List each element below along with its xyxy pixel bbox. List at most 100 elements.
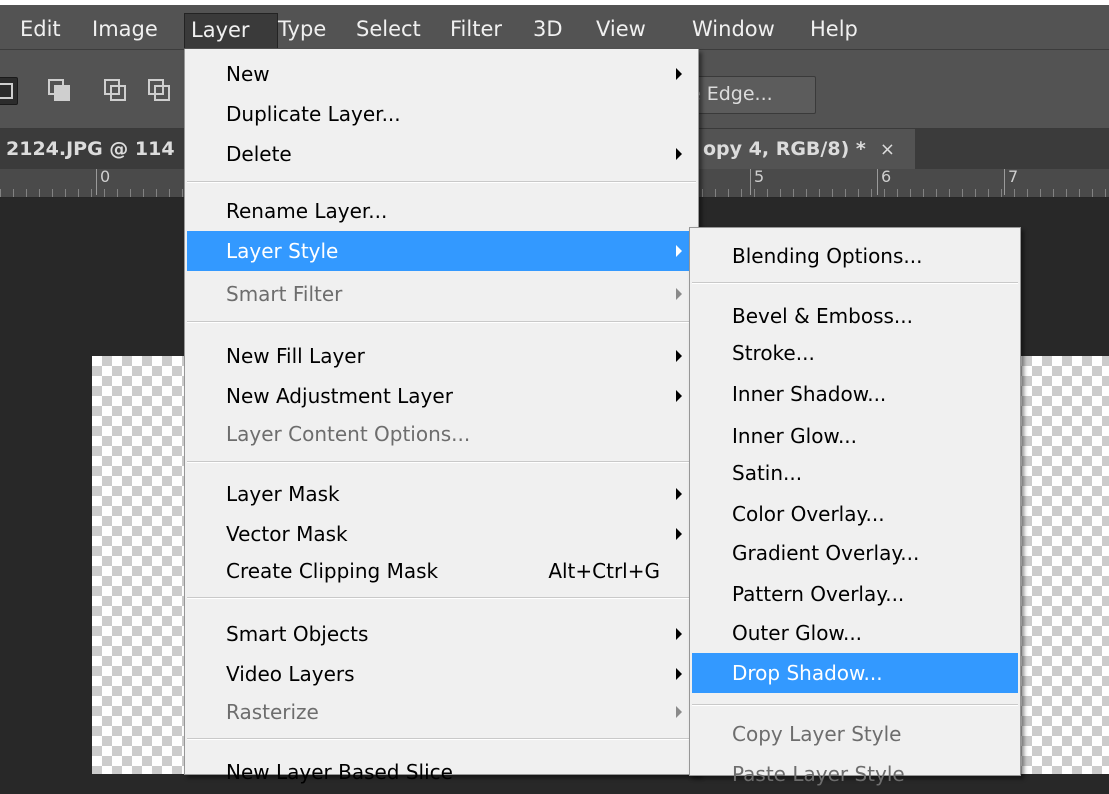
menu-window[interactable]: Window [686,13,781,47]
menu-item-label: Video Layers [226,662,355,686]
ruler-label: 7 [1004,169,1018,195]
menu-help[interactable]: Help [804,13,864,47]
menu-item-inner-glow[interactable]: Inner Glow... [692,416,1018,456]
menu-separator [187,321,696,323]
menu-item-label: Paste Layer Style [732,762,905,786]
submenu-arrow-icon [676,528,682,540]
menu-item-label: Stroke... [732,341,815,365]
menu-item-label: Satin... [732,461,803,485]
menu-item-new-layer-based-slice[interactable]: New Layer Based Slice [187,752,696,792]
close-icon[interactable]: × [880,139,895,160]
submenu-arrow-icon [676,628,682,640]
submenu-arrow-icon [676,706,682,718]
menu-item-label: Vector Mask [226,522,348,546]
menu-item-label: New Adjustment Layer [226,384,453,408]
menu-item-label: New [226,62,270,86]
menu-item-layer-mask[interactable]: Layer Mask [187,474,696,514]
menu-item-drop-shadow[interactable]: Drop Shadow... [692,653,1018,693]
menu-item-duplicate-layer[interactable]: Duplicate Layer... [187,94,696,134]
menu-separator [692,704,1018,706]
menu-item-label: New Fill Layer [226,344,365,368]
ruler-label: 5 [750,169,764,195]
submenu-arrow-icon [676,488,682,500]
tab-document-2[interactable]: opy 4, RGB/8) * × [697,129,915,169]
menu-item-layer-content-options[interactable]: Layer Content Options... [187,414,696,454]
menu-item-bevel-emboss[interactable]: Bevel & Emboss... [692,296,1018,336]
ruler-label: 6 [877,169,891,195]
intersect-selection-icon[interactable] [146,77,172,103]
menu-item-copy-layer-style[interactable]: Copy Layer Style [692,714,1018,754]
menu-item-rasterize[interactable]: Rasterize [187,692,696,732]
menu-item-pattern-overlay[interactable]: Pattern Overlay... [692,574,1018,614]
menu-item-satin[interactable]: Satin... [692,453,1018,493]
menu-item-gradient-overlay[interactable]: Gradient Overlay... [692,533,1018,573]
submenu-arrow-icon [676,390,682,402]
submenu-arrow-icon [676,148,682,160]
menu-item-inner-shadow[interactable]: Inner Shadow... [692,374,1018,414]
menu-item-new-fill-layer[interactable]: New Fill Layer [187,336,696,376]
menu-layer[interactable]: Layer [184,13,278,48]
menu-filter[interactable]: Filter [444,13,508,47]
add-to-selection-icon[interactable] [46,77,72,103]
refine-edge-button[interactable]: e Edge... [686,76,816,114]
menu-item-label: Inner Shadow... [732,382,887,406]
shortcut-label: Alt+Ctrl+G [548,559,660,583]
menu-separator [187,597,696,599]
menu-item-label: Layer Mask [226,482,340,506]
menu-item-label: Outer Glow... [732,621,863,645]
submenu-arrow-icon [676,245,682,257]
layer-style-submenu: Blending Options... Bevel & Emboss... St… [689,227,1021,786]
menu-item-label: Rasterize [226,700,319,724]
menu-item-smart-objects[interactable]: Smart Objects [187,614,696,654]
menu-item-label: Layer Style [226,239,339,263]
menu-edit[interactable]: Edit [14,13,67,47]
menu-separator [692,282,1018,284]
menu-item-video-layers[interactable]: Video Layers [187,654,696,694]
menu-item-paste-layer-style[interactable]: Paste Layer Style [692,754,1018,794]
menu-item-blending-options[interactable]: Blending Options... [692,236,1018,276]
menu-item-delete[interactable]: Delete [187,134,696,174]
menu-item-label: Bevel & Emboss... [732,304,913,328]
ruler-label: 0 [96,169,110,195]
menu-item-label: Smart Filter [226,282,343,306]
menu-item-label: Inner Glow... [732,424,858,448]
menu-item-label: Color Overlay... [732,502,885,526]
submenu-arrow-icon [676,68,682,80]
menu-item-label: Delete [226,142,292,166]
menu-item-rename-layer[interactable]: Rename Layer... [187,191,696,231]
submenu-arrow-icon [676,668,682,680]
menu-item-new-adjustment-layer[interactable]: New Adjustment Layer [187,376,696,416]
menu-item-stroke[interactable]: Stroke... [692,333,1018,373]
menu-item-label: Rename Layer... [226,199,388,223]
menu-item-label: New Layer Based Slice [226,760,453,784]
menu-image[interactable]: Image [86,13,164,47]
submenu-arrow-icon [676,350,682,362]
menu-item-label: Layer Content Options... [226,422,471,446]
new-selection-icon[interactable] [0,77,18,105]
menu-item-new[interactable]: New [187,54,696,94]
menu-item-label: Blending Options... [732,244,923,268]
menu-item-smart-filter[interactable]: Smart Filter [187,274,696,314]
menu-item-label: Pattern Overlay... [732,582,905,606]
layer-menu: New Duplicate Layer... Delete Rename Lay… [184,49,699,784]
menu-view[interactable]: View [590,13,652,47]
menu-item-label: Copy Layer Style [732,722,902,746]
subtract-from-selection-icon[interactable] [102,77,128,103]
menu-item-label: Drop Shadow... [732,661,883,685]
menu-select[interactable]: Select [350,13,427,47]
menu-separator [187,738,696,740]
menu-item-label: Smart Objects [226,622,369,646]
menu-item-vector-mask[interactable]: Vector Mask [187,514,696,554]
menu-item-color-overlay[interactable]: Color Overlay... [692,494,1018,534]
tab-document-1[interactable]: 2124.JPG @ 114 [0,129,175,169]
menu-bar: Edit Image Layer Type Select Filter 3D V… [0,5,1109,50]
menu-3d[interactable]: 3D [527,13,569,47]
menu-type[interactable]: Type [272,13,332,47]
menu-separator [187,181,696,183]
menu-item-outer-glow[interactable]: Outer Glow... [692,613,1018,653]
menu-item-label: Gradient Overlay... [732,541,920,565]
menu-separator [187,461,696,463]
menu-item-layer-style[interactable]: Layer Style [187,231,696,271]
menu-item-create-clipping-mask[interactable]: Create Clipping Mask Alt+Ctrl+G [187,551,696,591]
tab-document-2-label: opy 4, RGB/8) * [703,138,866,160]
